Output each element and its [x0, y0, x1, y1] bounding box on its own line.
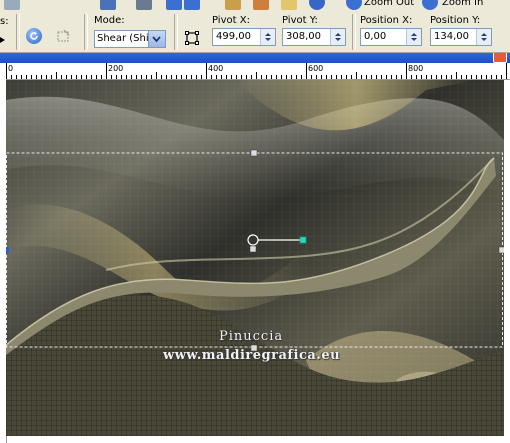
image-window: 0 200 400 600 800 Pinuccia www.maldiregr…: [0, 53, 510, 443]
close-icon[interactable]: [493, 53, 507, 63]
position-y-label: Position Y:: [430, 15, 481, 26]
zoom-out-label[interactable]: Zoom Out: [364, 0, 414, 8]
pivot-x-field[interactable]: 499,00: [212, 28, 276, 46]
zoom-in-label[interactable]: Zoom In: [442, 0, 483, 8]
paste-icon[interactable]: [281, 0, 297, 10]
separator: [174, 14, 178, 50]
presets-label: s:: [0, 16, 9, 27]
tool-options-bar: s: Mode: Shear (Shift Pivot X: 499,00 Pi…: [0, 12, 510, 53]
undo-icon[interactable]: [166, 0, 182, 10]
presets-arrow-icon[interactable]: [0, 37, 5, 43]
zoom-in-icon[interactable]: [422, 0, 438, 10]
position-x-value: 0,00: [364, 31, 387, 42]
help-icon[interactable]: [309, 0, 325, 10]
apply-icon[interactable]: [56, 28, 72, 44]
copy-icon[interactable]: [253, 0, 269, 10]
pivot-x-label: Pivot X:: [212, 15, 250, 26]
cut-icon[interactable]: [225, 0, 241, 10]
pivot-y-label: Pivot Y:: [282, 15, 318, 26]
artwork: [6, 80, 504, 436]
separator: [16, 14, 20, 50]
pivot-x-value: 499,00: [216, 31, 251, 42]
pivot-icon[interactable]: [184, 30, 200, 46]
watermark-url: www.maldiregrafica.eu: [163, 348, 341, 363]
watermark-title: Pinuccia: [219, 329, 284, 344]
ruler-label: 200: [108, 64, 124, 73]
ruler-label: 0: [8, 64, 14, 73]
image-window-titlebar[interactable]: [0, 53, 510, 63]
reset-icon[interactable]: [26, 28, 42, 44]
separator: [84, 14, 88, 50]
mode-select[interactable]: Shear (Shift: [94, 30, 166, 48]
redo-icon[interactable]: [184, 0, 200, 10]
ruler-ticks: [6, 63, 507, 79]
spin-arrows-icon[interactable]: [476, 29, 491, 45]
ruler-label: 800: [408, 64, 424, 73]
mode-select-value: Shear (Shift: [97, 33, 151, 44]
spin-arrows-icon[interactable]: [330, 29, 345, 45]
mode-label: Mode:: [94, 15, 125, 26]
position-x-field[interactable]: 0,00: [360, 28, 422, 46]
position-y-value: 134,00: [434, 31, 469, 42]
zoom-out-icon[interactable]: [346, 0, 362, 10]
print-icon[interactable]: [136, 0, 152, 10]
pivot-y-value: 308,00: [286, 31, 321, 42]
pivot-y-field[interactable]: 308,00: [282, 28, 346, 46]
position-y-field[interactable]: 134,00: [430, 28, 492, 46]
horizontal-ruler: 0 200 400 600 800: [6, 63, 510, 80]
ruler-label: 400: [208, 64, 224, 73]
spin-arrows-icon[interactable]: [260, 29, 275, 45]
position-x-label: Position X:: [360, 15, 413, 26]
spin-arrows-icon[interactable]: [406, 29, 421, 45]
toolbar-icon-1[interactable]: [4, 0, 20, 10]
chevron-down-icon[interactable]: [148, 31, 165, 47]
ruler-label: 600: [308, 64, 324, 73]
image-canvas[interactable]: Pinuccia www.maldiregrafica.eu: [6, 80, 504, 436]
separator: [352, 14, 356, 50]
save-icon[interactable]: [100, 0, 116, 10]
